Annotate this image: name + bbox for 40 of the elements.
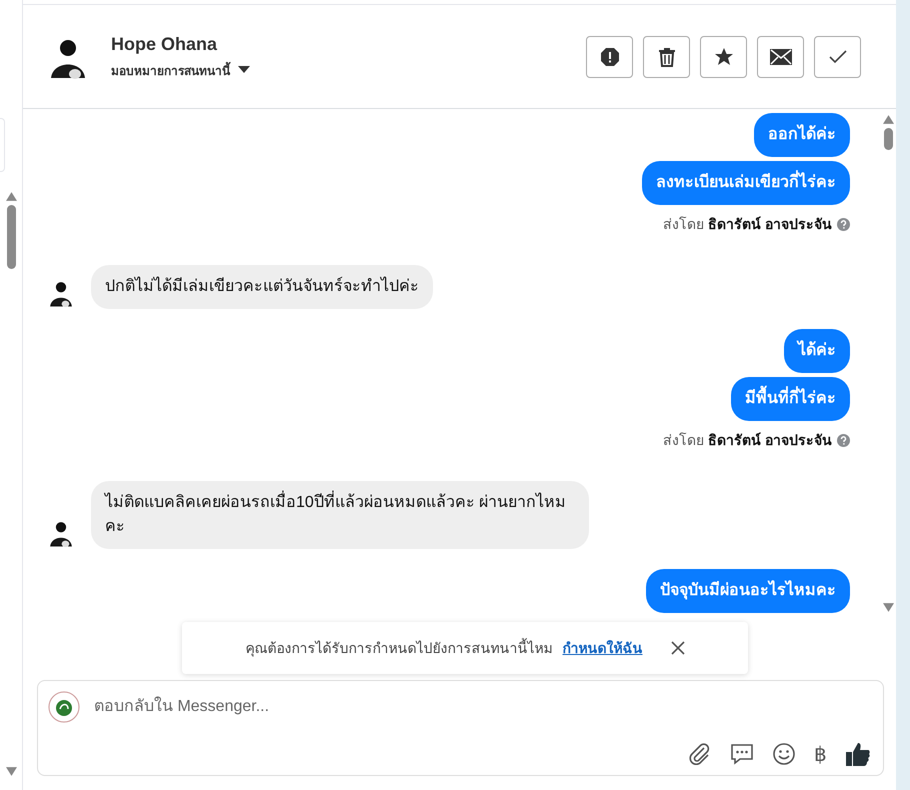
sent-message: มีพื้นที่กี่ไร่คะ [731,377,850,421]
sent-message: ได้ค่ะ [784,329,850,373]
page-logo-icon [48,691,80,723]
reply-field[interactable]: ตอบกลับใน Messenger... ฿ [37,680,884,776]
payment-button[interactable]: ฿ [814,742,827,766]
side-panel-edge [0,118,5,172]
toast-text: คุณต้องการได้รับการกำหนดไปยังการสนทนานี้ไหม [246,637,552,659]
star-icon [714,46,734,66]
help-icon[interactable] [837,218,850,230]
attachment-icon[interactable] [688,742,712,766]
assign-dropdown[interactable]: มอบหมายการสนทนานี้ [111,60,250,80]
scrollbar-thumb[interactable] [6,205,16,269]
action-button[interactable] [757,36,804,78]
assign-to-me-link[interactable]: กำหนดให้ฉัน [562,637,642,659]
thumbs-up-icon[interactable] [845,741,871,767]
alert-icon [600,46,620,66]
chat-icon[interactable] [730,742,754,766]
action-button[interactable] [700,36,747,78]
close-icon[interactable] [670,641,684,655]
mail-icon [770,48,792,64]
contact-name: Hope Ohana [111,34,218,54]
sender-note: ส่งโดย ธิดารัตน์ อาจประจัน [663,431,832,450]
received-message: ปกติไม่ได้มีเล่มเขียวคะแต่วันจันทร์จะทำไปค่ะ [91,265,433,309]
caret-icon [238,66,250,74]
sent-message: ออกได้ค่ะ [754,113,850,157]
sender-note: ส่งโดย ธิดารัตน์ อาจประจัน [663,215,832,234]
scroll-down-icon[interactable] [6,767,16,776]
trash-icon [658,46,676,66]
scroll-down-icon[interactable] [882,603,894,612]
help-icon[interactable] [837,434,850,446]
sent-message: ลงทะเบียนเล่มเขียวกี่ไร่คะ [642,161,850,205]
emoji-icon[interactable] [772,742,796,766]
received-message: ไม่ติดแบคลิคเคยผ่อนรถเมื่อ10ปีที่แล้วผ่อนหมดแล้วคะ ผ่านยากไหมคะ [91,481,589,549]
check-icon [828,50,846,64]
scroll-up-icon[interactable] [882,115,894,124]
sent-message: ปัจจุบันมีผ่อนอะไรไหมคะ [646,569,850,613]
scrollbar-thumb[interactable] [884,128,892,150]
scroll-up-icon[interactable] [6,192,16,201]
action-button[interactable] [586,36,633,78]
action-button[interactable] [643,36,690,78]
